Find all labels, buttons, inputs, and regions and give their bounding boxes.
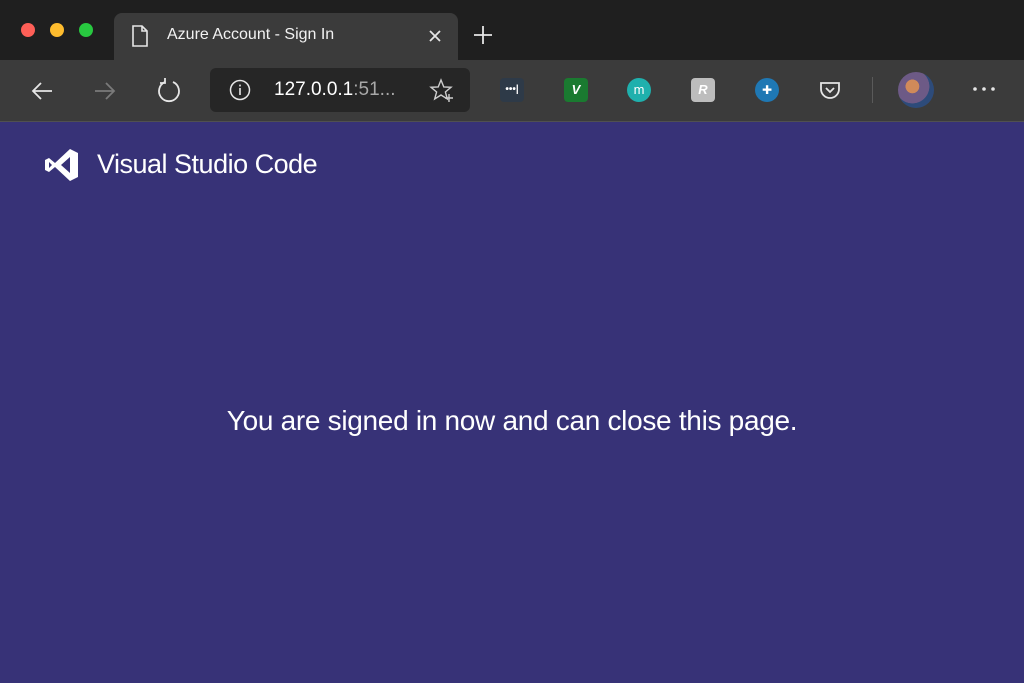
toolbar-divider xyxy=(872,77,873,103)
tab-title: Azure Account - Sign In xyxy=(167,26,335,43)
browser-window: Azure Account - Sign In 127.0.0.1:51... … xyxy=(0,0,1024,683)
signed-in-message: You are signed in now and can close this… xyxy=(226,405,798,436)
info-icon[interactable] xyxy=(229,79,251,101)
url-text[interactable]: 127.0.0.1:51... xyxy=(274,79,396,101)
browser-toolbar: 127.0.0.1:51... •••| V m R ✚ xyxy=(0,60,1024,122)
crossplus-extension-icon[interactable]: ✚ xyxy=(755,78,779,102)
extension-label: V xyxy=(571,82,581,97)
refresh-icon[interactable] xyxy=(155,77,183,105)
pocket-icon[interactable] xyxy=(818,78,842,102)
tab-strip: Azure Account - Sign In xyxy=(0,0,1024,60)
url-port: :51... xyxy=(353,79,396,100)
maximize-window-button[interactable] xyxy=(79,23,93,37)
extension-label: •••| xyxy=(505,84,519,95)
extension-label: m xyxy=(633,82,645,97)
minimize-window-button[interactable] xyxy=(50,23,64,37)
close-window-button[interactable] xyxy=(21,23,35,37)
address-bar[interactable]: 127.0.0.1:51... xyxy=(210,68,470,112)
url-host: 127.0.0.1 xyxy=(274,79,354,100)
page-icon xyxy=(131,25,149,47)
back-icon[interactable] xyxy=(28,77,56,105)
brand-name: Visual Studio Code xyxy=(97,149,318,179)
vscode-logo-icon xyxy=(44,147,80,183)
add-favorite-star-icon[interactable] xyxy=(429,78,455,104)
extension-label: R xyxy=(698,82,708,97)
new-tab-button[interactable] xyxy=(472,24,494,46)
extension-label: ✚ xyxy=(761,83,773,97)
page-content: Visual Studio Code You are signed in now… xyxy=(0,122,1024,683)
more-menu-icon[interactable] xyxy=(969,74,999,104)
script-extension-icon[interactable]: R xyxy=(691,78,715,102)
close-tab-icon[interactable] xyxy=(426,27,444,45)
m-extension-icon[interactable]: m xyxy=(627,78,651,102)
active-tab[interactable]: Azure Account - Sign In xyxy=(114,13,458,60)
forward-icon[interactable] xyxy=(91,77,119,105)
ellipsis-extension-icon[interactable]: •••| xyxy=(500,78,524,102)
profile-avatar[interactable] xyxy=(898,72,934,108)
v-extension-icon[interactable]: V xyxy=(564,78,588,102)
